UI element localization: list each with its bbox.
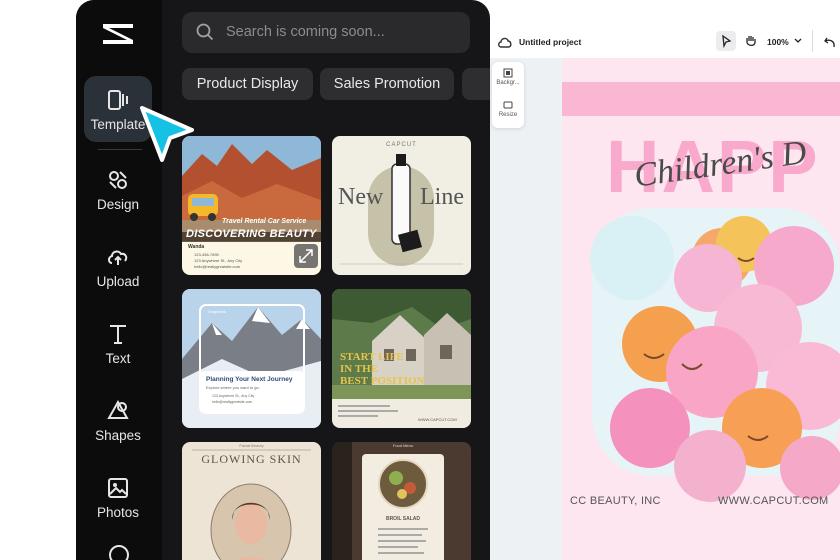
card-brand: CAPCUT xyxy=(386,142,417,148)
card-dish: BROIL SALAD xyxy=(385,516,421,522)
cloud-icon[interactable] xyxy=(498,36,512,48)
template-icon xyxy=(108,90,128,110)
tool-label: Resize xyxy=(498,112,518,118)
toolbar-divider xyxy=(812,30,813,52)
card-word-left: New xyxy=(338,184,384,210)
card-url: WWW.CAPCUT.COM xyxy=(418,417,457,422)
tool-label: Backgr... xyxy=(496,80,520,86)
card-line: 123-456-7890 xyxy=(194,252,219,257)
canvas-footer-left[interactable]: CC BEAUTY, INC xyxy=(570,495,661,507)
sidebar-item-label: Design xyxy=(96,197,140,212)
background-tool-button[interactable]: Backgr... xyxy=(492,68,524,86)
text-icon xyxy=(110,325,126,344)
card-line: 123 Anywhere St., Any City xyxy=(212,394,255,398)
side-tool-panel: Backgr... Resize xyxy=(492,62,524,128)
project-title[interactable]: Untitled project xyxy=(519,37,581,47)
template-card-travel[interactable]: Travel Rental Car Service DISCOVERING BE… xyxy=(182,136,321,275)
sidebar-item-upload[interactable]: Upload xyxy=(84,233,152,299)
template-card-journey[interactable]: Snapbook Planning Your Next Journey Expl… xyxy=(182,289,321,428)
chip-more[interactable] xyxy=(462,68,490,100)
card-line: hello@reallygreatsite.com xyxy=(212,400,253,404)
sidebar-item-label: Photos xyxy=(96,505,140,520)
card-line: hello@reallygreatsite.com xyxy=(194,264,241,269)
hand-icon[interactable] xyxy=(744,34,758,48)
card-line: 123 Anywhere St., Any City xyxy=(194,258,243,263)
sidebar-item-shapes[interactable]: Shapes xyxy=(84,387,152,453)
zoom-level[interactable]: 100% xyxy=(767,37,789,47)
cursor-icon xyxy=(722,34,732,49)
template-card-start-life[interactable]: START LIFE IN THE BEST POSITION WWW.CAPC… xyxy=(332,289,471,428)
card-title: GLOWING SKIN xyxy=(201,452,302,466)
template-card-new-line[interactable]: CAPCUT New Line xyxy=(332,136,471,275)
chip-sales-promotion[interactable]: Sales Promotion xyxy=(320,68,454,100)
chip-product-display[interactable]: Product Display xyxy=(182,68,313,100)
search-input[interactable]: Search is coming soon... xyxy=(182,12,470,53)
design-canvas[interactable]: HAPP Children's D CC BEAUTY, INC WWW.CAP… xyxy=(562,58,840,560)
design-icon xyxy=(109,171,127,189)
editor-toolbar: Untitled project 100% xyxy=(490,0,840,58)
search-icon xyxy=(196,23,214,41)
card-title: START LIFE IN THE BEST POSITION xyxy=(340,351,424,387)
food-photo xyxy=(332,442,471,560)
resize-icon xyxy=(503,101,513,109)
card-title: Planning Your Next Journey xyxy=(206,376,293,383)
pointer-cursor-icon xyxy=(140,106,194,162)
sidebar-item-label: Shapes xyxy=(95,428,141,443)
resize-tool-button[interactable]: Resize xyxy=(492,100,524,118)
undo-icon[interactable] xyxy=(824,36,836,48)
sidebar-item-text[interactable]: Text xyxy=(84,310,152,376)
sidebar-item-photos[interactable]: Photos xyxy=(84,464,152,530)
sidebar-item-label: Text xyxy=(105,351,131,366)
more-icon[interactable] xyxy=(108,544,130,560)
mountain-photo xyxy=(182,289,321,428)
card-brand: Travel Rental Car Service xyxy=(222,218,307,225)
sidebar: Template Design Upload Text Shapes Photo… xyxy=(76,0,162,560)
background-icon xyxy=(503,68,513,78)
card-headline: DISCOVERING BEAUTY xyxy=(186,228,317,240)
card-tag: Snapbook xyxy=(208,309,227,314)
card-title-line: BEST POSITION xyxy=(340,375,425,387)
search-placeholder: Search is coming soon... xyxy=(226,24,385,40)
photos-icon xyxy=(108,478,128,498)
shapes-icon xyxy=(107,399,129,419)
card-title-line: START LIFE xyxy=(340,351,404,363)
sidebar-item-label: Upload xyxy=(96,274,140,289)
upload-icon xyxy=(108,250,128,265)
select-tool-button[interactable] xyxy=(716,31,736,51)
chevron-down-icon[interactable] xyxy=(794,38,802,44)
template-card-glowing-skin[interactable]: Facial Beauty GLOWING SKIN xyxy=(182,442,321,560)
card-subtitle: Explore where you want to go. xyxy=(206,385,260,390)
template-card-food-menu[interactable]: Food Menu BROIL SALAD xyxy=(332,442,471,560)
card-title: Food Menu xyxy=(392,443,414,448)
editor-area: Untitled project 100% Backgr... Resize H… xyxy=(490,0,840,560)
canvas-footer-right[interactable]: WWW.CAPCUT.COM xyxy=(718,495,829,507)
card-title-line: IN THE xyxy=(340,363,379,375)
card-brand: Facial Beauty xyxy=(239,443,264,448)
template-panel-window: Template Design Upload Text Shapes Photo… xyxy=(76,0,490,560)
capcut-logo-icon[interactable] xyxy=(100,18,136,48)
card-subtitle: Wanda xyxy=(188,244,205,250)
card-word-right: Line xyxy=(420,184,464,210)
